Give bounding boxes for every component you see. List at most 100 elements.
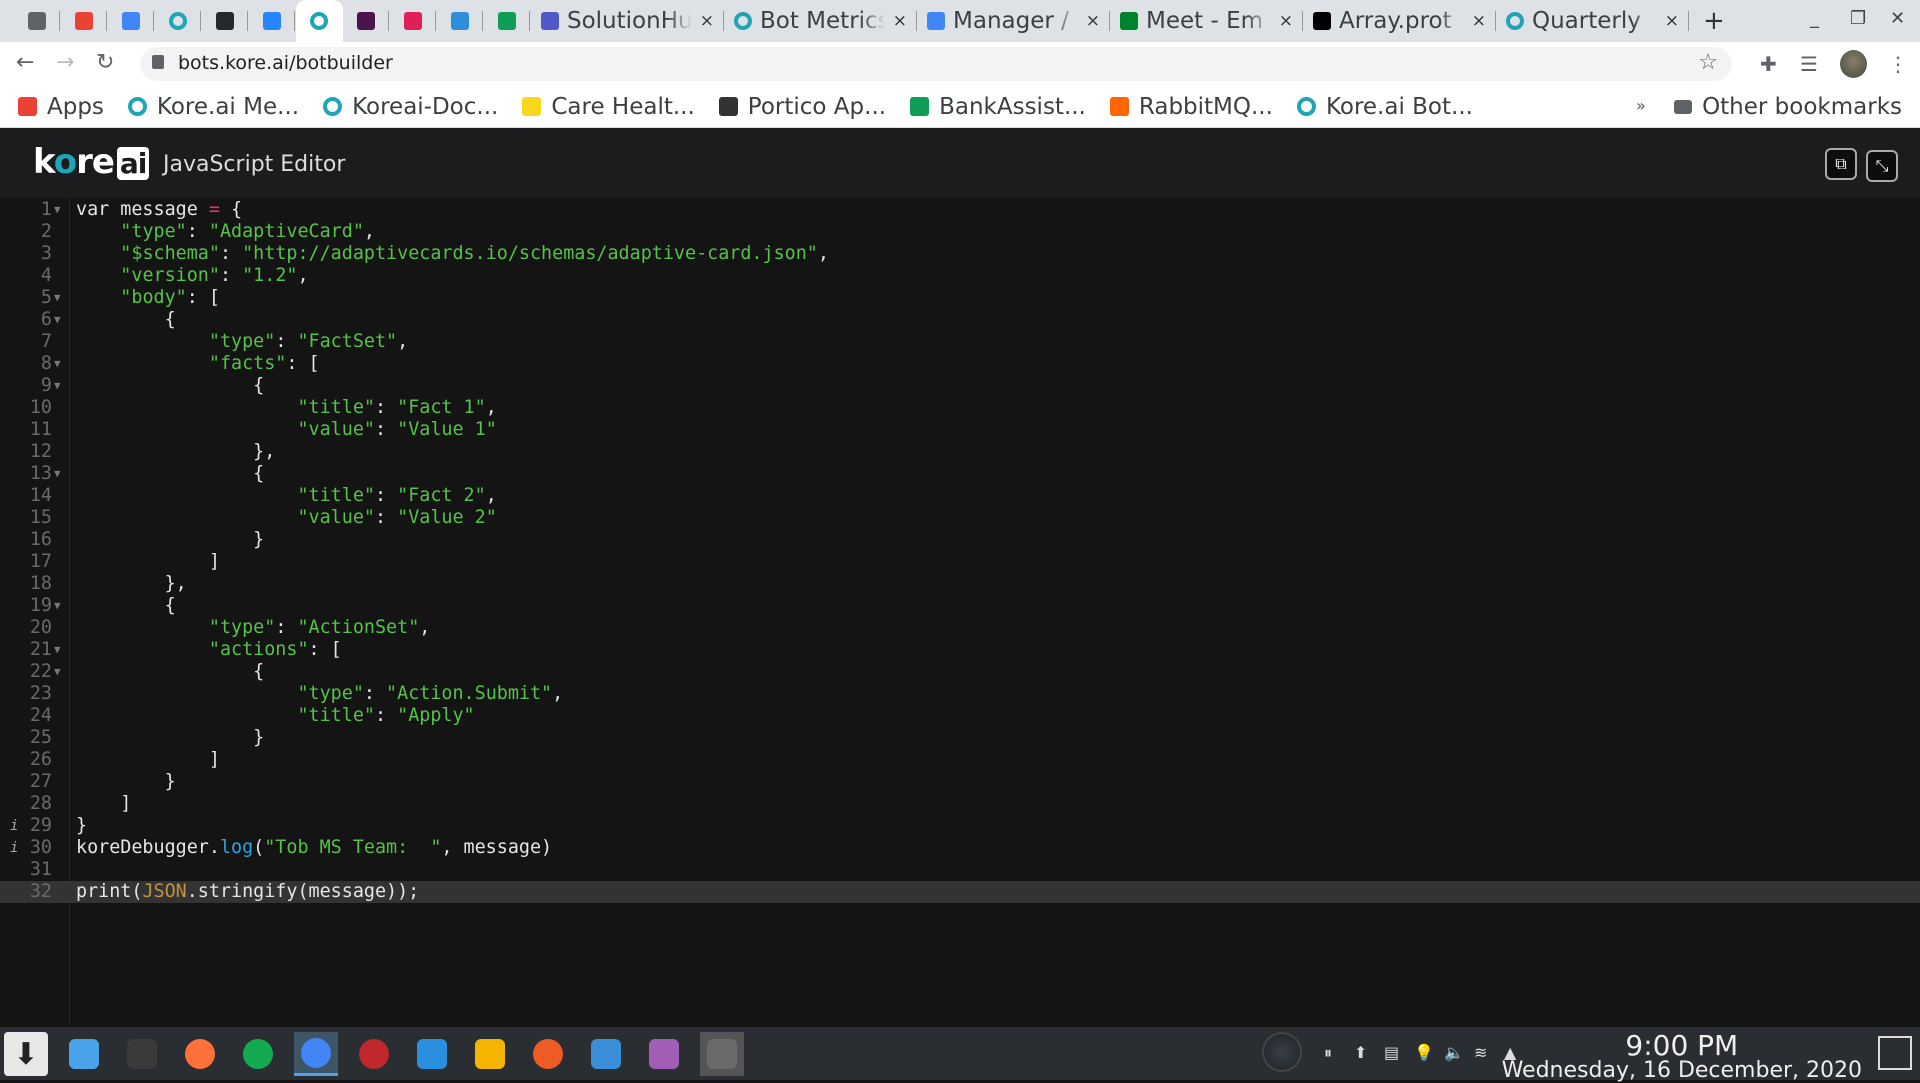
tab-close-button[interactable]: × [893,11,907,31]
fold-arrow-icon[interactable]: ▼ [54,595,61,617]
clock[interactable]: 9:00 PM Wednesday, 16 December, 2020 [1502,1029,1862,1083]
code-line[interactable]: 6 ▼ { [0,309,1920,331]
lightbulb-icon[interactable]: 💡 [1414,1043,1434,1062]
clipboard-icon[interactable]: ▤ [1384,1043,1399,1062]
tab[interactable]: Bot Metrics × [724,0,917,42]
avatar[interactable] [1840,50,1867,78]
code-line[interactable]: 27 } [0,771,1920,793]
pinned-tab[interactable] [249,0,296,42]
code-line[interactable]: 19 ▼ { [0,595,1920,617]
bookmark-star-icon[interactable]: ☆ [1698,50,1718,75]
tab[interactable]: Manager / × [917,0,1110,42]
copy-button[interactable]: ⧉ [1825,148,1857,180]
code-line[interactable]: 17 ] [0,551,1920,573]
bookmark[interactable]: Kore.ai Bot... [1296,94,1473,120]
show-desktop-button[interactable] [1878,1036,1912,1070]
taskbar-app[interactable] [468,1032,512,1076]
taskbar-app[interactable] [62,1032,106,1076]
bookmark[interactable]: BankAssist... [910,94,1086,120]
reload-button[interactable]: ↻ [96,50,114,75]
bookmark[interactable]: Koreai-Doc... [323,94,498,120]
code-line[interactable]: 28 ] [0,793,1920,815]
pinned-tab[interactable] [390,0,437,42]
code-line[interactable]: 11 "value": "Value 1" [0,419,1920,441]
tab[interactable]: Meet - Em × [1110,0,1303,42]
fold-arrow-icon[interactable]: ▼ [54,309,61,331]
code-line[interactable]: 23 "type": "Action.Submit", [0,683,1920,705]
code-line[interactable]: 30 i koreDebugger.log("Tob MS Team: ", mes… [0,837,1920,859]
code-editor[interactable]: 1 ▼ var message = {2 "type": "AdaptiveCard… [0,198,1920,1026]
taskbar-app[interactable]: ⬇ [4,1032,48,1076]
code-line[interactable]: 22 ▼ { [0,661,1920,683]
code-line[interactable]: 10 "title": "Fact 1", [0,397,1920,419]
code-line[interactable]: 2 "type": "AdaptiveCard", [0,221,1920,243]
extensions-icon[interactable]: ✚ [1760,52,1777,76]
taskbar-app[interactable] [410,1032,454,1076]
pinned-tab[interactable] [14,0,61,42]
minimize-button[interactable]: _ [1810,8,1819,29]
taskbar-app[interactable] [642,1032,686,1076]
tab-close-button[interactable]: × [1472,11,1486,31]
pinned-tab[interactable] [155,0,202,42]
code-line[interactable]: 31 [0,859,1920,881]
code-line[interactable]: 9 ▼ { [0,375,1920,397]
bookmark[interactable]: Apps [18,94,104,120]
tab-close-button[interactable]: × [1279,11,1293,31]
other-bookmarks[interactable]: Other bookmarks [1674,94,1902,120]
taskbar-app[interactable] [700,1032,744,1076]
tab[interactable]: Array.prot × [1303,0,1496,42]
code-line[interactable]: 5 ▼ "body": [ [0,287,1920,309]
fold-arrow-icon[interactable]: ▼ [54,199,61,221]
code-line[interactable]: 7 "type": "FactSet", [0,331,1920,353]
update-icon[interactable]: ⬆ [1354,1043,1367,1062]
code-line[interactable]: 15 "value": "Value 2" [0,507,1920,529]
volume-icon[interactable]: 🔈 [1444,1043,1464,1062]
taskbar-app[interactable] [120,1032,164,1076]
code-line[interactable]: 32 print(JSON.stringify(message)); [0,881,1920,903]
bookmark[interactable]: RabbitMQ... [1109,94,1273,120]
taskbar-app[interactable] [526,1032,570,1076]
fold-arrow-icon[interactable]: ▼ [54,463,61,485]
pause-icon[interactable]: ⏸ [1324,1043,1332,1063]
code-line[interactable]: 20 "type": "ActionSet", [0,617,1920,639]
tab[interactable]: SolutionHub × [531,0,724,42]
close-window-button[interactable]: ✕ [1890,8,1905,29]
forward-button[interactable]: → [56,50,74,75]
back-button[interactable]: ← [16,50,34,75]
taskbar-app[interactable] [178,1032,222,1076]
pinned-tab[interactable] [108,0,155,42]
code-line[interactable]: 24 "title": "Apply" [0,705,1920,727]
taskbar-app[interactable] [584,1032,628,1076]
menu-icon[interactable]: ⋮ [1888,52,1908,76]
pinned-tab[interactable] [61,0,108,42]
wifi-icon[interactable]: ≋ [1474,1043,1487,1062]
tab[interactable]: Quarterly × [1496,0,1689,42]
fold-arrow-icon[interactable]: ▼ [54,661,61,683]
code-line[interactable]: 1 ▼ var message = { [0,199,1920,221]
pinned-tab[interactable] [202,0,249,42]
code-line[interactable]: 3 "$schema": "http://adaptivecards.io/sc… [0,243,1920,265]
code-line[interactable]: 4 "version": "1.2", [0,265,1920,287]
media-control-icon[interactable]: ☰ [1800,52,1818,76]
pinned-tab[interactable] [343,0,390,42]
code-line[interactable]: 12 }, [0,441,1920,463]
fold-arrow-icon[interactable]: ▼ [54,287,61,309]
bookmark[interactable]: Care Healt... [522,94,695,120]
volume-knob[interactable] [1260,1030,1304,1074]
new-tab-button[interactable]: + [1703,6,1725,36]
code-line[interactable]: 21 ▼ "actions": [ [0,639,1920,661]
taskbar-app[interactable] [294,1032,338,1076]
bookmark[interactable]: Kore.ai Me... [127,94,299,120]
tab-close-button[interactable]: × [1086,11,1100,31]
code-line[interactable]: 16 } [0,529,1920,551]
restore-button[interactable]: ❐ [1850,8,1866,29]
pinned-tab[interactable] [296,0,343,42]
address-bar[interactable]: bots.kore.ai/botbuilder ☆ [140,47,1732,81]
taskbar-app[interactable] [352,1032,396,1076]
expand-tray-icon[interactable]: ▲ [1504,1043,1516,1062]
taskbar-app[interactable] [236,1032,280,1076]
collapse-button[interactable]: ⤡ [1866,150,1898,182]
fold-arrow-icon[interactable]: ▼ [54,375,61,397]
bookmarks-overflow-button[interactable]: » [1636,96,1646,115]
bookmark[interactable]: Portico Ap... [718,94,886,120]
